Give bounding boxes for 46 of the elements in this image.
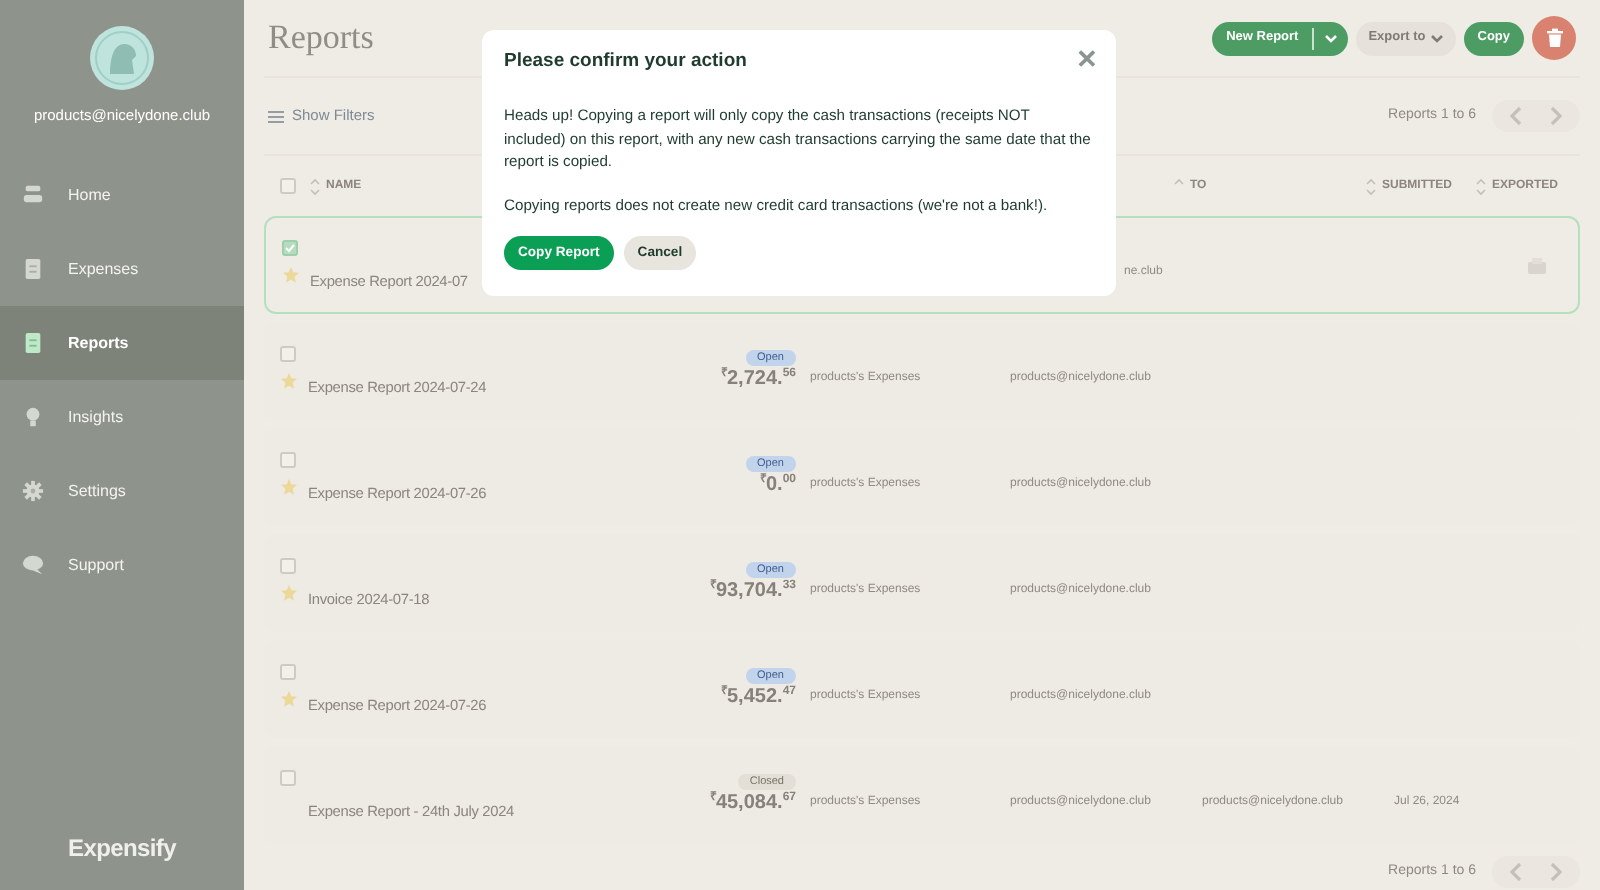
nav-item[interactable]: Settings [0,454,244,529]
star-icon[interactable] [282,266,300,284]
star-icon[interactable] [280,478,298,496]
star-icon[interactable] [280,372,298,390]
logo[interactable]: Expensify [68,830,176,866]
checkbox[interactable] [280,346,296,362]
settings-icon [22,480,44,503]
checkbox[interactable] [280,558,296,574]
document-icon [22,332,44,355]
amount: $^{₹}$5,452.$^{47}$ [721,686,796,710]
page-title: Reports [268,16,374,61]
checkbox[interactable] [280,452,296,468]
next-icon[interactable] [1548,862,1564,882]
lightbulb-icon [22,406,44,429]
delete-button[interactable] [1532,16,1576,60]
caret-icon [1324,33,1339,43]
close-button[interactable]: ✕ [1076,46,1098,72]
checkbox[interactable] [280,178,296,194]
caret-icon [1429,33,1444,43]
next-icon[interactable] [1548,106,1564,126]
nav-item[interactable]: Insights [0,380,244,455]
amount: $^{₹}$0.$^{00}$ [759,474,796,498]
filter-icon [268,109,284,123]
sort-icon[interactable] [1476,177,1486,195]
avatar[interactable] [90,26,154,90]
document-icon [22,258,44,281]
previous-icon[interactable] [1508,106,1524,126]
speech-bubble-icon [22,554,44,577]
trash-icon [1545,28,1563,48]
amount: $^{₹}$2,724.$^{56}$ [721,368,796,392]
previous-icon[interactable] [1508,862,1524,882]
checkbox[interactable] [282,240,298,256]
sort-icon[interactable] [1366,177,1376,195]
star-icon[interactable] [280,690,298,708]
nav-item[interactable]: Reports [0,306,244,381]
checkbox[interactable] [280,664,296,680]
nav-item[interactable]: Home [0,158,244,233]
amount: $^{₹}$93,704.$^{33}$ [709,580,796,604]
checkbox[interactable] [280,770,296,786]
amount: $^{₹}$45,084.$^{67}$ [709,792,796,816]
nav-item[interactable]: Support [0,528,244,603]
dialog-title: Please confirm your action [504,48,747,76]
sort-icon[interactable] [310,177,320,195]
home-icon [22,184,44,207]
nav-item[interactable]: Expenses [0,232,244,307]
star-icon[interactable] [280,584,298,602]
